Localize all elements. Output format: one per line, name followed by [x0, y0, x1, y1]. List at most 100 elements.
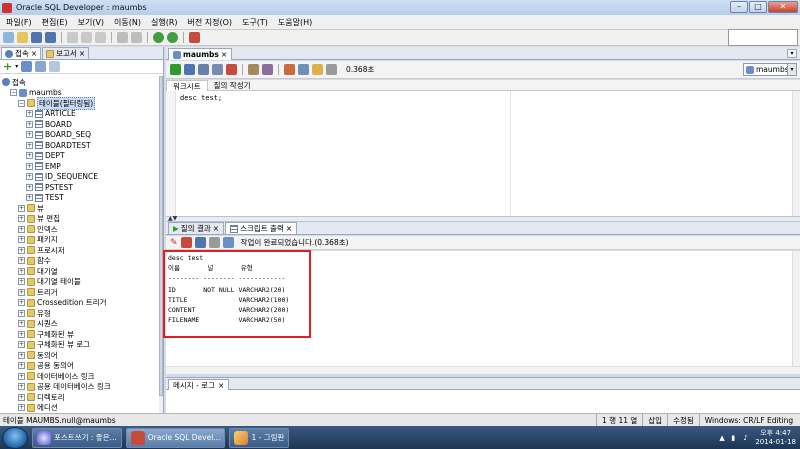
script-output[interactable]: desc test 이름 널 유형 -------- -------- ------…: [166, 251, 800, 374]
tree-expander-icon[interactable]: +: [18, 215, 25, 222]
explain-plan-icon[interactable]: [248, 64, 259, 75]
tree-expander-icon[interactable]: +: [26, 120, 33, 128]
tab-worksheet-maumbs[interactable]: maumbs ×: [168, 48, 233, 60]
tree-node[interactable]: − 테이블(필터링됨): [18, 96, 96, 110]
forward-icon[interactable]: [167, 32, 178, 43]
tree-expander-icon[interactable]: +: [18, 267, 25, 275]
chevron-down-icon[interactable]: ▾: [787, 64, 796, 75]
format-icon[interactable]: [326, 64, 337, 75]
tree-expander-icon[interactable]: −: [10, 89, 17, 96]
save-all-icon[interactable]: [45, 32, 56, 43]
undo-icon[interactable]: [117, 32, 128, 43]
open-folder-icon[interactable]: [17, 32, 28, 43]
tree-expander-icon[interactable]: +: [26, 131, 33, 138]
volume-icon[interactable]: ♪: [743, 434, 751, 442]
close-icon[interactable]: ×: [79, 49, 85, 58]
tree-node[interactable]: + 인덱스: [18, 224, 58, 234]
pin-icon[interactable]: ✎: [170, 238, 178, 248]
commit-icon[interactable]: [198, 64, 209, 75]
taskbar-item-sql-developer[interactable]: Oracle SQL Devel...: [125, 427, 226, 448]
tray-expand-icon[interactable]: ▲: [719, 434, 727, 442]
close-button[interactable]: ✕: [768, 1, 798, 13]
tree-node[interactable]: + 대기열 테이블: [18, 277, 81, 287]
close-icon[interactable]: ×: [286, 224, 292, 233]
tree-node[interactable]: + BOARD: [26, 119, 72, 129]
tree-expander-icon[interactable]: +: [18, 351, 25, 359]
menu-file[interactable]: 파일(F): [6, 17, 32, 28]
tree-node[interactable]: + ID_SEQUENCE: [26, 172, 98, 182]
minimize-button[interactable]: –: [730, 1, 748, 13]
tab-connections[interactable]: 접속 ×: [1, 47, 42, 59]
cancel-icon[interactable]: [226, 64, 237, 75]
tree-node[interactable]: + 에디션: [18, 403, 58, 413]
clear-icon[interactable]: [312, 64, 323, 75]
menu-tools[interactable]: 도구(T): [242, 17, 268, 28]
close-icon[interactable]: ×: [31, 49, 37, 58]
output-scrollbar[interactable]: [792, 251, 800, 374]
tree-expander-icon[interactable]: +: [18, 225, 25, 233]
tree-expander-icon[interactable]: +: [18, 383, 25, 390]
tree-expander-icon[interactable]: +: [18, 246, 25, 254]
tree-node[interactable]: + 함수: [18, 256, 51, 266]
tab-query-builder[interactable]: 질의 작성기: [208, 80, 257, 91]
close-icon[interactable]: ×: [213, 224, 219, 233]
tree-expander-icon[interactable]: +: [18, 320, 25, 327]
tree-node[interactable]: + PSTEST: [26, 182, 73, 192]
tab-script-output[interactable]: 스크립트 출력 ×: [225, 222, 298, 234]
tree-expander-icon[interactable]: −: [18, 99, 25, 107]
menu-edit[interactable]: 편집(E): [42, 17, 68, 28]
tree-node[interactable]: 접속: [2, 77, 26, 87]
refresh-icon[interactable]: [21, 61, 33, 72]
tab-worksheet[interactable]: 워크시트: [166, 79, 208, 91]
tree-expander-icon[interactable]: +: [26, 194, 33, 201]
tree-node[interactable]: + EMP: [26, 161, 61, 171]
tree-expander-icon[interactable]: +: [26, 162, 33, 170]
tree-expander-icon[interactable]: +: [18, 362, 25, 369]
clear-output-icon[interactable]: [180, 237, 192, 248]
tree-node[interactable]: + 시퀀스: [18, 319, 58, 329]
tab-query-result[interactable]: ▶ 질의 결과 ×: [168, 222, 225, 234]
tree-node[interactable]: + DEPT: [26, 151, 65, 161]
sql-tuning-icon[interactable]: [284, 64, 295, 75]
save-output-icon[interactable]: [194, 237, 206, 248]
tree-node[interactable]: + Crossedition 트리거: [18, 298, 106, 308]
tree-expander-icon[interactable]: +: [18, 204, 25, 212]
editor-scrollbar[interactable]: [792, 91, 800, 216]
tree-expander-icon[interactable]: +: [18, 341, 25, 348]
tree-node[interactable]: + 패키지: [18, 235, 58, 245]
redo-icon[interactable]: [131, 32, 142, 43]
tree-node[interactable]: + 트리거: [18, 287, 58, 297]
clock[interactable]: 오후 4:47 2014-01-18: [755, 429, 796, 447]
close-icon[interactable]: ×: [218, 381, 224, 390]
tree-scrollbar[interactable]: [159, 76, 163, 413]
tree-node[interactable]: + 뷰: [18, 203, 44, 213]
output-settings-icon[interactable]: [222, 237, 234, 248]
run-script-icon[interactable]: [184, 64, 195, 75]
tree-expander-icon[interactable]: +: [18, 372, 25, 380]
tree-expander-icon[interactable]: +: [18, 404, 25, 411]
tree-node[interactable]: + 프로시저: [18, 245, 65, 255]
add-connection-icon[interactable]: +: [3, 60, 12, 73]
taskbar-item-paint[interactable]: 1 - 그림판: [229, 427, 290, 448]
add-dropdown-icon[interactable]: ▾: [15, 63, 18, 70]
tree-expander-icon[interactable]: +: [18, 299, 25, 306]
tree-node[interactable]: + 대기열: [18, 266, 58, 276]
copy-icon[interactable]: [81, 32, 92, 43]
back-icon[interactable]: [153, 32, 164, 43]
tab-reports[interactable]: 보고서 ×: [42, 47, 90, 59]
tree-expander-icon[interactable]: +: [26, 110, 33, 117]
tree-expander-icon[interactable]: +: [18, 393, 25, 401]
save-icon[interactable]: [31, 32, 42, 43]
tree-node[interactable]: + 구체화된 뷰 로그: [18, 340, 90, 350]
maximize-button[interactable]: □: [749, 1, 767, 13]
menu-help[interactable]: 도움말(H): [278, 17, 312, 28]
print-icon[interactable]: [208, 237, 220, 248]
tab-list-dropdown[interactable]: ▾: [787, 49, 797, 58]
rollback-icon[interactable]: [212, 64, 223, 75]
sql-editor[interactable]: desc test;: [166, 91, 800, 216]
sql-worksheet-icon[interactable]: [189, 32, 200, 43]
tree-expander-icon[interactable]: +: [18, 257, 25, 264]
menu-run[interactable]: 실행(R): [151, 17, 178, 28]
tree-node[interactable]: + 뷰 편집: [18, 214, 60, 224]
network-icon[interactable]: ▮: [731, 434, 739, 442]
